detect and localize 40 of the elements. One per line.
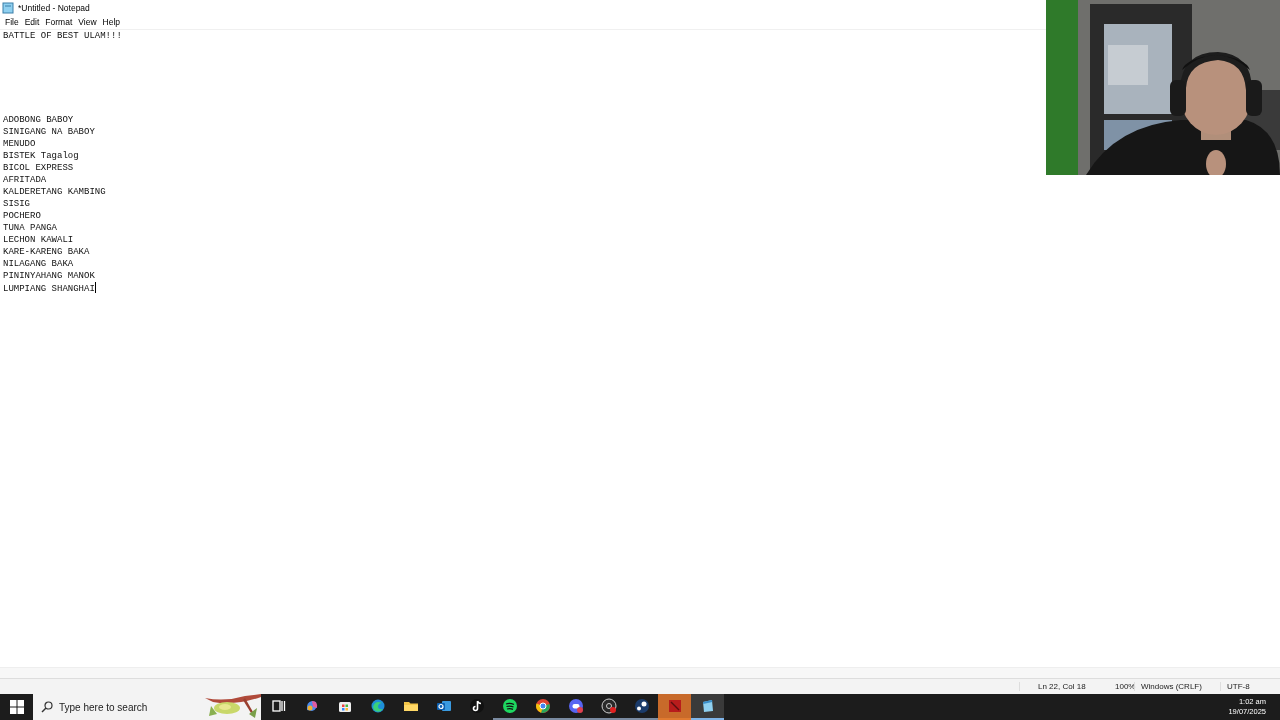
text-line: PININYAHANG MANOK [3,271,95,281]
text-line: NILAGANG BAKA [3,259,74,269]
menu-item[interactable]: File [2,17,22,27]
game-tile-icon [666,698,683,714]
text-caret [94,282,96,293]
text-line: SISIG [3,199,30,209]
text-line: MENUDO [3,139,36,149]
text-line: BISTEK Tagalog [3,151,79,161]
menu-item[interactable]: Format [42,17,76,27]
sound-waves-icon [501,698,518,714]
text-line: SINIGANG NA BABOY [3,127,95,137]
menu-item[interactable]: Edit [21,17,43,27]
task-view-icon [270,698,287,714]
windows-icon [9,700,24,714]
text-line: LECHON KAWALI [3,235,74,245]
record-icon [600,698,617,714]
search-icon [41,701,53,713]
menu-item[interactable]: Help [99,17,124,27]
text-line: KARE-KARENG BAKA [3,247,90,257]
text-line: TUNA PANGA [3,223,57,233]
search-input[interactable]: Type here to search [59,701,199,713]
text-line: ADOBONG BABOY [3,115,74,125]
mail-icon [435,698,452,714]
music-note-icon [468,698,485,714]
text-line: KALDERETANG KAMBING [3,187,106,197]
line-ending: Windows (CRLF) [1134,682,1220,691]
chat-icon [567,698,584,714]
taskbar-app[interactable] [691,694,724,720]
notepad-icon [2,1,14,14]
text-line: BATTLE OF BEST ULAM!!! [3,31,122,41]
search-box[interactable]: Type here to search [33,694,261,720]
text-line: LUMPIANG SHANGHAI [3,284,95,294]
window-title: *Untitled - Notepad [18,2,90,13]
text-line: POCHERO [3,211,41,221]
text-line: AFRITADA [3,175,47,185]
encoding: UTF-8 [1220,682,1280,691]
cursor-position: Ln 22, Col 18 [1019,682,1109,691]
horizontal-scrollbar[interactable] [0,667,1280,678]
menu-item[interactable]: View [75,17,100,27]
text-line: BICOL EXPRESS [3,163,74,173]
